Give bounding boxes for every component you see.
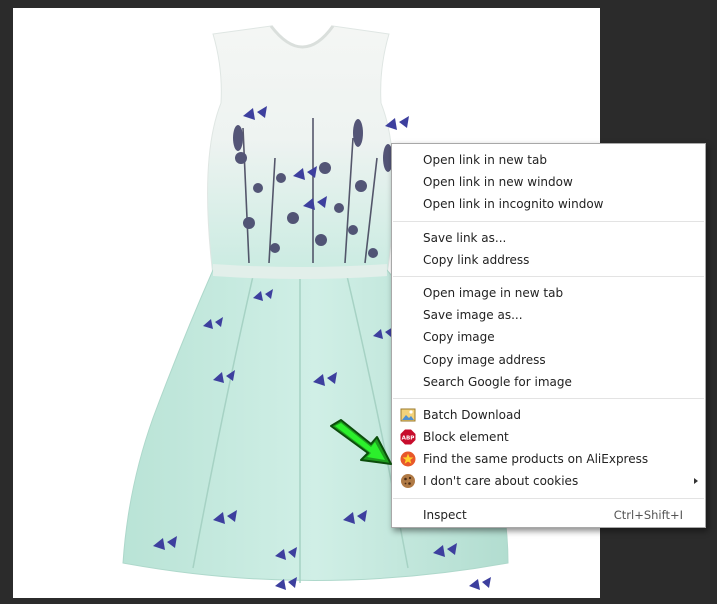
- menu-item-label: Find the same products on AliExpress: [423, 452, 649, 467]
- menu-item-label: Block element: [423, 430, 509, 445]
- menu-separator: [393, 275, 704, 277]
- menu-item-inspect[interactable]: Inspect Ctrl+Shift+I: [392, 504, 705, 526]
- menu-item-label: Save image as...: [423, 308, 523, 323]
- aliexpress-star-icon: [400, 451, 416, 467]
- menu-item-label: Search Google for image: [423, 374, 572, 389]
- inspect-shortcut: Ctrl+Shift+I: [613, 507, 683, 522]
- menu-item-block-element[interactable]: ABP Block element: [392, 426, 705, 448]
- menu-item-label: Copy image address: [423, 352, 546, 367]
- image-download-icon: [400, 407, 416, 423]
- menu-item-label: Open image in new tab: [423, 285, 564, 300]
- menu-separator: [393, 497, 704, 499]
- abp-icon-text: ABP: [402, 436, 415, 442]
- menu-item-open-link-new-window[interactable]: Open link in new window: [392, 171, 705, 193]
- menu-item-search-google-for-image[interactable]: Search Google for image: [392, 371, 705, 393]
- menu-item-label: Open link in new window: [423, 175, 573, 190]
- menu-item-open-link-new-tab[interactable]: Open link in new tab: [392, 149, 705, 171]
- menu-item-label: Batch Download: [423, 407, 521, 422]
- menu-item-label: I don't care about cookies: [423, 474, 579, 489]
- menu-item-open-link-incognito[interactable]: Open link in incognito window: [392, 193, 705, 215]
- menu-item-copy-link-address[interactable]: Copy link address: [392, 249, 705, 271]
- dress-bodice: [207, 25, 395, 277]
- context-menu: Open link in new tab Open link in new wi…: [391, 143, 706, 528]
- submenu-arrow-icon: [694, 478, 698, 485]
- menu-item-label: Inspect: [423, 507, 467, 522]
- menu-item-label: Open link in new tab: [423, 153, 547, 167]
- menu-item-save-link-as[interactable]: Save link as...: [392, 227, 705, 249]
- menu-item-find-on-aliexpress[interactable]: Find the same products on AliExpress: [392, 448, 705, 470]
- menu-item-label: Open link in incognito window: [423, 197, 604, 212]
- menu-item-batch-download[interactable]: Batch Download: [392, 404, 705, 426]
- menu-item-i-dont-care-about-cookies[interactable]: I don't care about cookies: [392, 470, 705, 492]
- menu-item-label: Copy link address: [423, 252, 530, 267]
- cookie-icon: [400, 473, 416, 489]
- menu-item-label: Save link as...: [423, 230, 507, 245]
- menu-item-copy-image[interactable]: Copy image: [392, 326, 705, 348]
- menu-item-label: Copy image: [423, 330, 495, 345]
- annotation-arrow-icon: [327, 418, 397, 468]
- menu-separator: [393, 220, 704, 222]
- adblock-plus-icon: ABP: [400, 429, 416, 445]
- menu-separator: [393, 397, 704, 399]
- menu-item-open-image-new-tab[interactable]: Open image in new tab: [392, 282, 705, 304]
- menu-item-save-image-as[interactable]: Save image as...: [392, 304, 705, 326]
- menu-item-copy-image-address[interactable]: Copy image address: [392, 349, 705, 371]
